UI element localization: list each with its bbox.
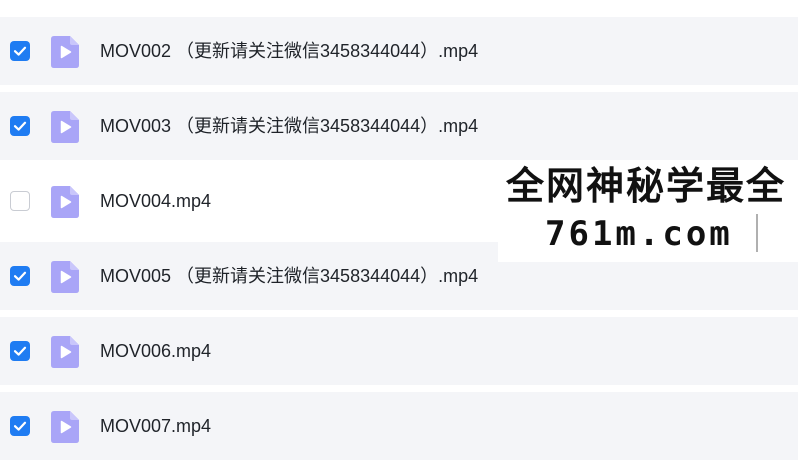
file-row[interactable]: MOV002 （更新请关注微信3458344044）.mp4 <box>0 17 798 85</box>
check-icon <box>13 121 27 131</box>
row-checkbox[interactable] <box>10 191 30 211</box>
video-file-icon <box>51 111 79 143</box>
file-name[interactable]: MOV006.mp4 <box>100 340 211 362</box>
check-icon <box>13 46 27 56</box>
check-icon <box>13 346 27 356</box>
video-file-icon <box>51 411 79 443</box>
file-name[interactable]: MOV003 （更新请关注微信3458344044）.mp4 <box>100 115 478 137</box>
video-file-icon <box>51 261 79 293</box>
file-row[interactable]: MOV003 （更新请关注微信3458344044）.mp4 <box>0 92 798 160</box>
watermark-line2: 761m.com <box>545 214 733 254</box>
watermark-line1: 全网神秘学最全 <box>506 164 787 208</box>
file-name[interactable]: MOV004.mp4 <box>100 190 211 212</box>
video-file-icon <box>51 36 79 68</box>
row-checkbox[interactable] <box>10 341 30 361</box>
row-checkbox[interactable] <box>10 116 30 136</box>
row-checkbox[interactable] <box>10 416 30 436</box>
row-checkbox[interactable] <box>10 266 30 286</box>
check-icon <box>13 271 27 281</box>
watermark-divider <box>756 214 758 252</box>
file-name[interactable]: MOV005 （更新请关注微信3458344044）.mp4 <box>100 265 478 287</box>
video-file-icon <box>51 186 79 218</box>
video-file-icon <box>51 336 79 368</box>
file-row[interactable]: MOV007.mp4 <box>0 392 798 460</box>
row-checkbox[interactable] <box>10 41 30 61</box>
file-row[interactable]: MOV006.mp4 <box>0 317 798 385</box>
file-name[interactable]: MOV002 （更新请关注微信3458344044）.mp4 <box>100 40 478 62</box>
check-icon <box>13 421 27 431</box>
file-name[interactable]: MOV007.mp4 <box>100 415 211 437</box>
watermark: 全网神秘学最全 761m.com <box>498 162 798 262</box>
